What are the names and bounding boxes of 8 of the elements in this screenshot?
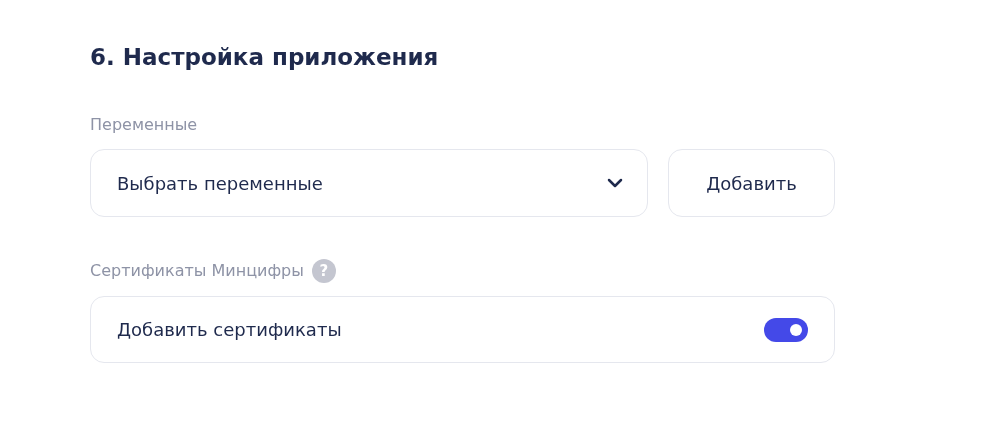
section-title: 6. Настройка приложения — [90, 43, 440, 72]
add-button[interactable]: Добавить — [668, 149, 835, 217]
toggle-label: Добавить сертификаты — [117, 319, 342, 340]
chevron-down-icon — [607, 178, 623, 188]
toggle-switch[interactable] — [764, 317, 808, 342]
variables-dropdown[interactable]: Выбрать переменные — [90, 149, 648, 217]
field-label: Сертификаты Минцифры — [90, 260, 304, 282]
field-label: Переменные — [90, 114, 198, 136]
